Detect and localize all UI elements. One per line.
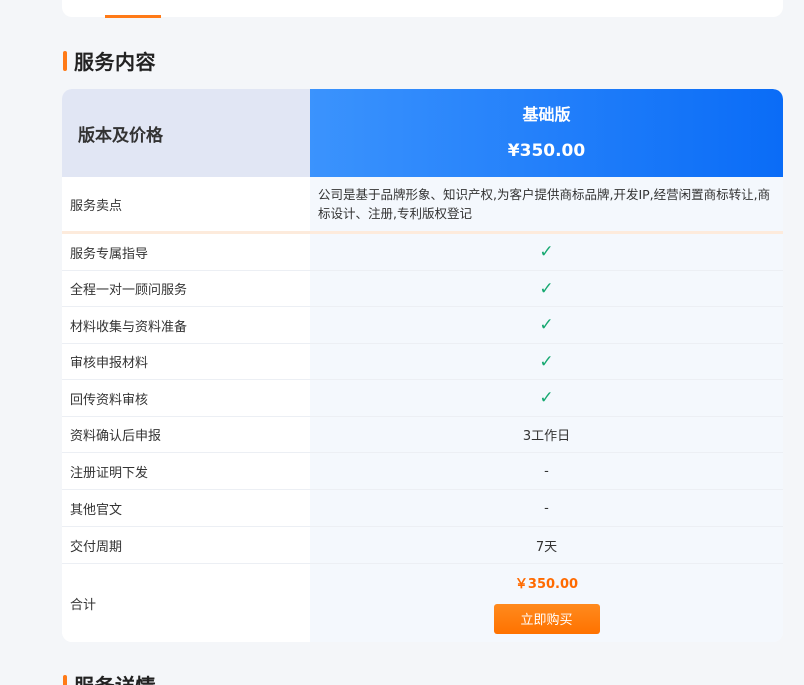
row-label: 回传资料审核: [62, 380, 310, 416]
row-label: 全程一对一顾问服务: [62, 271, 310, 306]
row-label: 审核申报材料: [62, 344, 310, 379]
check-icon: ✓: [539, 351, 554, 372]
check-icon: ✓: [539, 388, 554, 408]
table-row: 其他官文 -: [62, 490, 783, 527]
row-label: 交付周期: [62, 527, 310, 563]
section-title-accent-bar: [63, 674, 67, 685]
table-row: 资料确认后申报 3工作日: [62, 417, 783, 453]
row-label: 材料收集与资料准备: [62, 307, 310, 343]
previous-section-card: [62, 0, 783, 18]
table-row-total: 合计 ￥350.00 立即购买: [62, 564, 783, 642]
check-icon: ✓: [539, 242, 554, 262]
row-value: 7天: [310, 527, 783, 563]
plan-name: 基础版: [522, 105, 571, 124]
buy-now-button[interactable]: 立即购买: [493, 603, 600, 634]
row-value: -: [310, 490, 783, 526]
row-value: 3工作日: [310, 417, 783, 452]
section-title-service-details: 服务详情: [63, 670, 156, 685]
service-comparison-table: 版本及价格 基础版 ¥350.00 服务卖点 公司是基于品牌形象、知识产权,为客…: [62, 89, 783, 642]
table-row-selling-point: 服务卖点 公司是基于品牌形象、知识产权,为客户提供商标品牌,开发IP,经营闲置商…: [62, 177, 783, 234]
row-label: 服务专属指导: [62, 234, 310, 270]
section-title-text: 服务详情: [74, 670, 156, 685]
check-icon: ✓: [539, 315, 554, 335]
row-value: 公司是基于品牌形象、知识产权,为客户提供商标品牌,开发IP,经营闲置商标转让,商…: [310, 177, 783, 231]
table-header-label: 版本及价格: [62, 89, 310, 177]
table-row: 注册证明下发 -: [62, 453, 783, 490]
table-row: 回传资料审核 ✓: [62, 380, 783, 417]
check-icon: ✓: [539, 278, 554, 299]
total-price: ￥350.00: [514, 576, 579, 592]
table-row: 交付周期 7天: [62, 527, 783, 564]
row-label: 注册证明下发: [62, 453, 310, 489]
total-cell: ￥350.00 立即购买: [310, 564, 783, 642]
active-tab-indicator: [105, 15, 161, 18]
table-row: 服务专属指导 ✓: [62, 234, 783, 271]
row-label: 资料确认后申报: [62, 417, 310, 452]
total-label: 合计: [62, 564, 310, 642]
table-row: 材料收集与资料准备 ✓: [62, 307, 783, 344]
table-row: 全程一对一顾问服务 ✓: [62, 271, 783, 307]
table-row: 审核申报材料 ✓: [62, 344, 783, 380]
plan-price: ¥350.00: [507, 141, 586, 161]
row-label: 其他官文: [62, 490, 310, 526]
section-title-accent-bar: [63, 50, 67, 71]
section-title-text: 服务内容: [74, 50, 156, 74]
row-label: 服务卖点: [62, 177, 310, 231]
plan-header: 基础版 ¥350.00: [310, 89, 783, 177]
section-title-service-content: 服务内容: [63, 46, 156, 75]
row-value: -: [310, 453, 783, 489]
